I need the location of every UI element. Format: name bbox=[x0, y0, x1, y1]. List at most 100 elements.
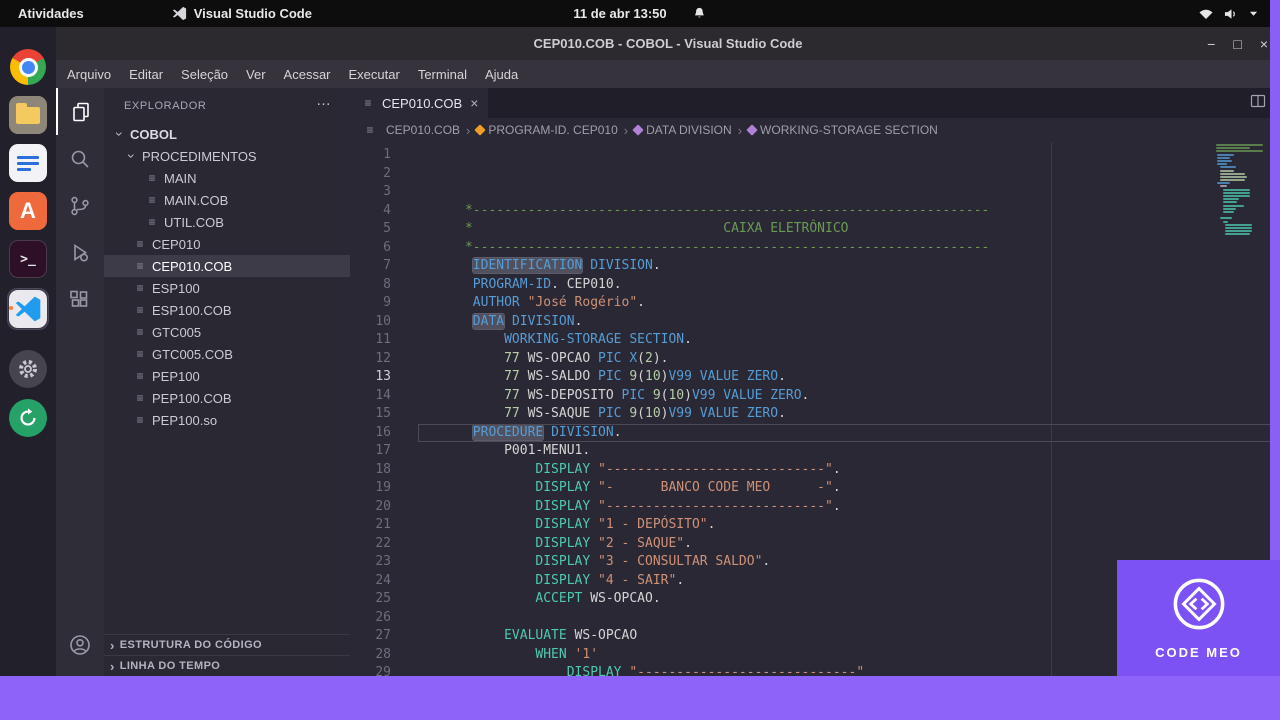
minimap-line bbox=[1216, 163, 1227, 166]
file-icon: ≡ bbox=[136, 413, 144, 427]
activities-button[interactable]: Atividades bbox=[18, 6, 84, 21]
explorer-item-pep100-cob[interactable]: ≡ PEP100.COB bbox=[104, 387, 350, 409]
writer-icon[interactable] bbox=[8, 143, 48, 183]
menu-executar[interactable]: Executar bbox=[340, 60, 409, 88]
menu-acessar[interactable]: Acessar bbox=[275, 60, 340, 88]
tray-dropdown-icon bbox=[1249, 10, 1258, 17]
section-estrutura-do-codigo[interactable]: › ESTRUTURA DO CÓDIGO bbox=[104, 634, 350, 655]
clock[interactable]: 11 de abr 13:50 bbox=[573, 6, 666, 21]
code-line-7[interactable]: DATA DIVISION. bbox=[418, 313, 1280, 332]
minimap[interactable] bbox=[1212, 144, 1268, 236]
line-number-gutter: 1 2 3 4 5 6 7 8 9 10 11 12 13 14 15 16 17 18 19 20 21 22 23 24 2… bbox=[350, 142, 398, 720]
minimap-line bbox=[1225, 226, 1252, 229]
code-line-16[interactable]: DISPLAY "- BANCO CODE MEO -". bbox=[418, 479, 1280, 498]
code-line-6[interactable]: AUTHOR "José Rogério". bbox=[418, 294, 1280, 313]
explorer-icon[interactable] bbox=[56, 88, 104, 135]
search-icon[interactable] bbox=[56, 135, 104, 182]
explorer-actions-icon[interactable]: … bbox=[316, 92, 332, 109]
menu-ver[interactable]: Ver bbox=[237, 60, 275, 88]
terminal-icon[interactable]: >_ bbox=[8, 239, 48, 279]
code-line-2[interactable]: * CAIXA ELETRÔNICO bbox=[418, 220, 1280, 239]
breadcrumb-item[interactable]: ≡ CEP010.COB bbox=[364, 123, 460, 137]
breadcrumb-label: DATA DIVISION bbox=[646, 123, 732, 137]
menu-editar[interactable]: Editar bbox=[120, 60, 172, 88]
line-number: 25 bbox=[375, 591, 391, 606]
run-debug-icon[interactable] bbox=[56, 229, 104, 276]
software-icon[interactable] bbox=[8, 398, 48, 438]
code-line-5[interactable]: PROGRAM-ID. CEP010. bbox=[418, 276, 1280, 295]
explorer-item-gtc005-cob[interactable]: ≡ GTC005.COB bbox=[104, 343, 350, 365]
explorer-item-esp100-cob[interactable]: ≡ ESP100.COB bbox=[104, 299, 350, 321]
minimap-line bbox=[1219, 185, 1228, 188]
focused-app-indicator[interactable]: Visual Studio Code bbox=[172, 6, 312, 21]
chrome-icon[interactable] bbox=[8, 47, 48, 87]
code-line-13[interactable]: PROCEDURE DIVISION. bbox=[418, 423, 1280, 442]
settings-icon[interactable] bbox=[8, 349, 48, 389]
code-line-19[interactable]: DISPLAY "2 - SAQUE". bbox=[418, 535, 1280, 554]
maximize-button[interactable]: □ bbox=[1233, 36, 1241, 52]
code-line-12[interactable]: 77 WS-SAQUE PIC 9(10)V99 VALUE ZERO. bbox=[418, 405, 1280, 424]
vscode-dock-icon[interactable] bbox=[8, 289, 48, 329]
menu-ajuda[interactable]: Ajuda bbox=[476, 60, 527, 88]
code-line-10[interactable]: 77 WS-SALDO PIC 9(10)V99 VALUE ZERO. bbox=[418, 368, 1280, 387]
vscode-window: CEP010.COB - COBOL - Visual Studio Code … bbox=[56, 27, 1280, 720]
code-line-1[interactable]: *---------------------------------------… bbox=[418, 202, 1280, 221]
minimap-line bbox=[1216, 147, 1251, 150]
explorer-item-pep100-so[interactable]: ≡ PEP100.so bbox=[104, 409, 350, 431]
extensions-icon[interactable] bbox=[56, 276, 104, 323]
focused-app-name: Visual Studio Code bbox=[193, 6, 312, 21]
breadcrumb-item[interactable]: PROGRAM-ID. CEP010 bbox=[474, 123, 618, 137]
account-icon[interactable] bbox=[56, 621, 104, 668]
minimap-line bbox=[1216, 156, 1231, 159]
menu-terminal[interactable]: Terminal bbox=[409, 60, 476, 88]
code-line-15[interactable]: DISPLAY "----------------------------". bbox=[418, 461, 1280, 480]
close-button[interactable]: × bbox=[1260, 36, 1268, 52]
section-linha-do-tempo[interactable]: › LINHA DO TEMPO bbox=[104, 655, 350, 676]
code-line-18[interactable]: DISPLAY "1 - DEPÓSITO". bbox=[418, 516, 1280, 535]
minimap-line bbox=[1222, 220, 1229, 223]
menu-selecao[interactable]: Seleção bbox=[172, 60, 237, 88]
item-label: COBOL bbox=[130, 126, 177, 142]
explorer-item-cobol[interactable]: › COBOL bbox=[104, 123, 350, 145]
breadcrumb-item[interactable]: DATA DIVISION bbox=[632, 123, 732, 137]
tab-cep010cob[interactable]: ≡ CEP010.COB × bbox=[350, 88, 489, 118]
minimap-line bbox=[1225, 230, 1252, 233]
code-line-3[interactable]: *---------------------------------------… bbox=[418, 239, 1280, 258]
explorer-item-main-cob[interactable]: ≡ MAIN.COB bbox=[104, 189, 350, 211]
breadcrumb-label: CEP010.COB bbox=[386, 123, 461, 137]
item-label: CEP010.COB bbox=[152, 258, 233, 274]
line-number: 16 bbox=[375, 424, 391, 440]
minimap-line bbox=[1216, 150, 1264, 153]
minimap-line bbox=[1222, 198, 1239, 201]
explorer-item-util-cob[interactable]: ≡ UTIL.COB bbox=[104, 211, 350, 233]
line-number: 10 bbox=[375, 313, 391, 329]
explorer-item-pep100[interactable]: ≡ PEP100 bbox=[104, 365, 350, 387]
explorer-item-main[interactable]: ≡ MAIN bbox=[104, 167, 350, 189]
code-line-17[interactable]: DISPLAY "----------------------------". bbox=[418, 498, 1280, 517]
chevron-down-icon: › bbox=[124, 153, 140, 159]
explorer-item-gtc005[interactable]: ≡ GTC005 bbox=[104, 321, 350, 343]
orange-app-icon[interactable]: A bbox=[8, 191, 48, 231]
source-control-icon[interactable] bbox=[56, 182, 104, 229]
tab-close-icon[interactable]: × bbox=[470, 95, 478, 111]
breadcrumb-item[interactable]: WORKING-STORAGE SECTION bbox=[746, 123, 938, 137]
menu-arquivo[interactable]: Arquivo bbox=[58, 60, 120, 88]
explorer-item-procedimentos[interactable]: › PROCEDIMENTOS bbox=[104, 145, 350, 167]
notification-bell-icon[interactable] bbox=[693, 7, 707, 21]
minimize-button[interactable]: − bbox=[1207, 36, 1215, 52]
split-editor-icon[interactable] bbox=[1250, 93, 1266, 114]
code-line-8[interactable]: WORKING-STORAGE SECTION. bbox=[418, 331, 1280, 350]
code-line-11[interactable]: 77 WS-DEPOSITO PIC 9(10)V99 VALUE ZERO. bbox=[418, 387, 1280, 406]
code-line-9[interactable]: 77 WS-OPCAO PIC X(2). bbox=[418, 350, 1280, 369]
system-tray[interactable] bbox=[1198, 8, 1258, 20]
code-line-4[interactable]: IDENTIFICATION DIVISION. bbox=[418, 257, 1280, 276]
file-manager-icon[interactable] bbox=[8, 95, 48, 135]
breadcrumb-separator-icon: › bbox=[466, 122, 471, 138]
file-icon: ≡ bbox=[148, 215, 156, 229]
code-line-14[interactable]: P001-MENU1. bbox=[418, 442, 1280, 461]
menu-bar: Arquivo Editar Seleção Ver Acessar Execu… bbox=[56, 60, 1280, 88]
explorer-item-esp100[interactable]: ≡ ESP100 bbox=[104, 277, 350, 299]
explorer-item-cep010[interactable]: ≡ CEP010 bbox=[104, 233, 350, 255]
explorer-item-cep010-cob[interactable]: ≡ CEP010.COB bbox=[104, 255, 350, 277]
window-titlebar[interactable]: CEP010.COB - COBOL - Visual Studio Code … bbox=[56, 27, 1280, 60]
